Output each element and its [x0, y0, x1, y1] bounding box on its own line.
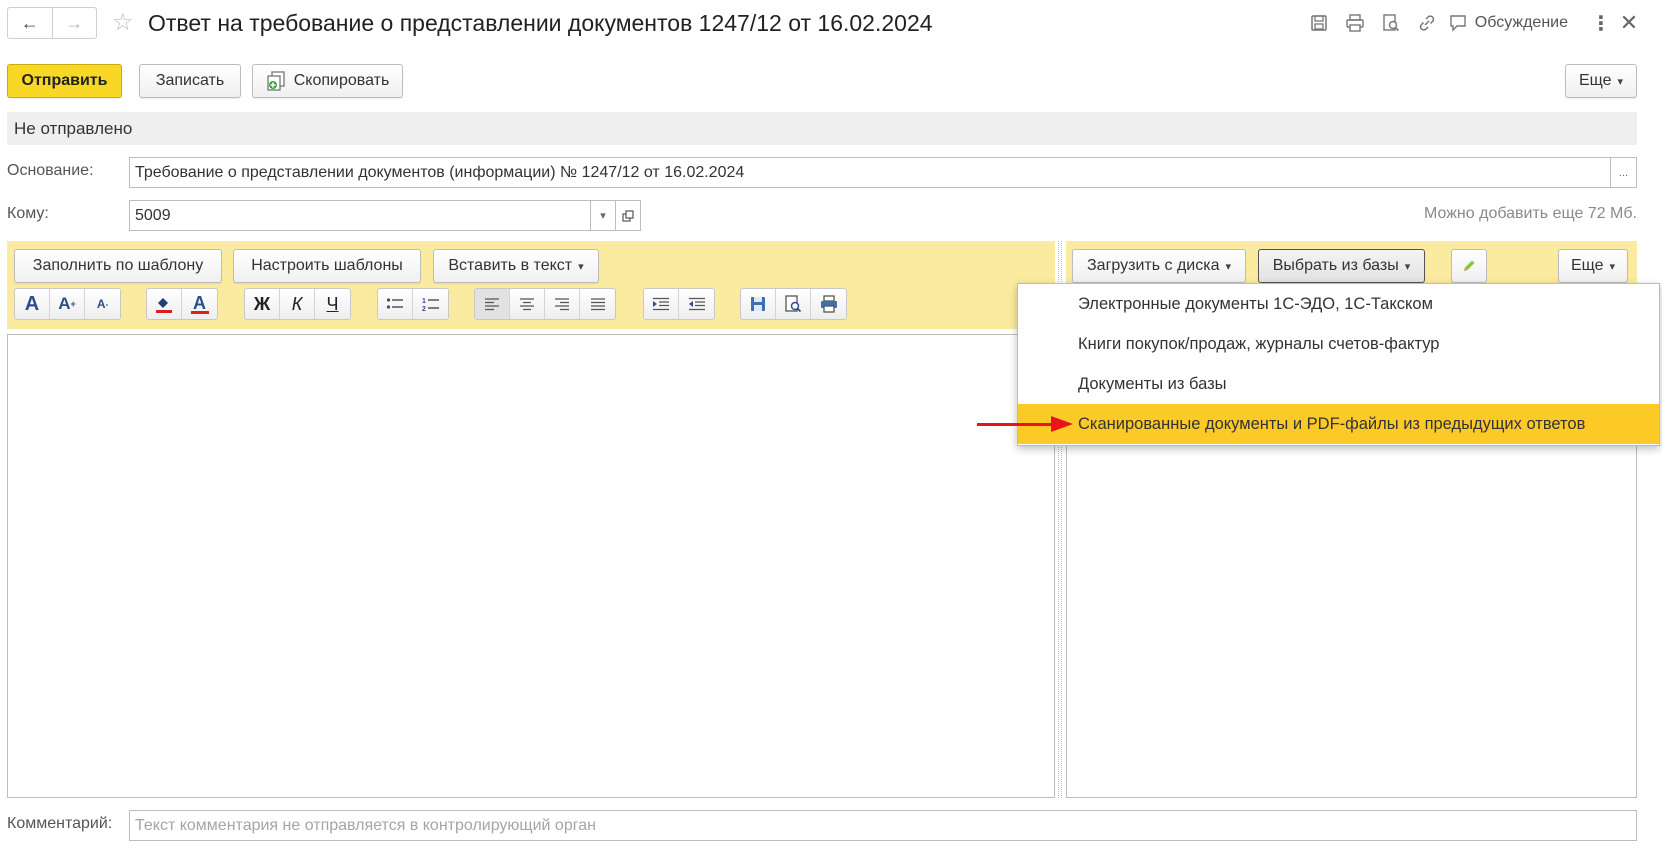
discussion-label: Обсуждение	[1474, 14, 1568, 31]
choose-from-base-label: Выбрать из базы	[1272, 257, 1399, 274]
align-left-icon[interactable]	[475, 289, 510, 319]
print-icon[interactable]	[811, 289, 846, 319]
open-link-icon[interactable]	[615, 200, 641, 231]
svg-text:1: 1	[422, 298, 426, 305]
svg-text:2: 2	[422, 306, 426, 312]
attachments-more-label: Еще	[1570, 257, 1604, 274]
numbered-list-icon[interactable]: 12	[413, 289, 448, 319]
edit-pencil-icon[interactable]	[1451, 249, 1487, 283]
preview-icon[interactable]	[1373, 14, 1409, 32]
load-from-disk-button[interactable]: Загрузить с диска	[1072, 249, 1246, 283]
more-label: Еще	[1578, 72, 1612, 89]
menu-item-scanned-documents[interactable]: Сканированные документы и PDF-файлы из п…	[1018, 404, 1659, 444]
text-color-icon[interactable]: A	[182, 289, 217, 319]
print-preview-icon[interactable]	[776, 289, 811, 319]
to-field[interactable]: 5009	[129, 200, 591, 231]
send-button[interactable]: Отправить	[7, 64, 122, 98]
forward-arrow-icon[interactable]: →	[51, 8, 97, 38]
navigation-buttons: ← →	[7, 7, 97, 39]
menu-item-purchase-sales-books[interactable]: Книги покупок/продаж, журналы счетов-фак…	[1018, 324, 1659, 364]
font-increase-icon[interactable]: A +	[50, 289, 85, 319]
discussion-button[interactable]: Обсуждение	[1449, 14, 1568, 32]
basis-select-button[interactable]: ...	[1610, 157, 1637, 188]
load-from-disk-label: Загрузить с диска	[1087, 257, 1220, 274]
underline-icon[interactable]: Ч	[315, 289, 350, 319]
comment-label: Комментарий:	[7, 815, 113, 832]
text-style-group: Ж К Ч	[244, 288, 351, 320]
print-icon[interactable]	[1337, 14, 1373, 32]
copy-button[interactable]: Скопировать	[252, 64, 403, 98]
annotation-arrow-icon	[1051, 416, 1073, 432]
color-group: A	[146, 288, 218, 320]
comment-field[interactable]: Текст комментария не отправляется в конт…	[129, 810, 1637, 841]
link-icon[interactable]	[1409, 14, 1445, 32]
basis-field[interactable]: Требование о представлении документов (и…	[129, 157, 1611, 188]
file-actions-group	[740, 288, 847, 320]
choose-from-base-button[interactable]: Выбрать из базы	[1258, 249, 1425, 283]
copy-label: Скопировать	[293, 72, 390, 89]
indent-group	[643, 288, 715, 320]
title-actions: Обсуждение ⋮ ✕	[1301, 10, 1644, 36]
status-bar: Не отправлено	[7, 112, 1637, 145]
more-vertical-icon[interactable]: ⋮	[1588, 11, 1614, 36]
indent-increase-icon[interactable]	[644, 289, 679, 319]
bold-icon[interactable]: Ж	[245, 289, 280, 319]
choose-from-base-dropdown: Электронные документы 1С-ЭДО, 1С-Такском…	[1017, 283, 1660, 446]
setup-templates-button[interactable]: Настроить шаблоны	[233, 249, 421, 283]
window-title: Ответ на требование о представлении доку…	[148, 10, 933, 36]
insert-text-button[interactable]: Вставить в текст	[433, 249, 599, 283]
size-hint: Можно добавить еще 72 Мб.	[1424, 205, 1637, 222]
align-justify-icon[interactable]	[580, 289, 615, 319]
fill-color-icon[interactable]	[147, 289, 182, 319]
bullet-list-icon[interactable]	[378, 289, 413, 319]
font-decrease-icon[interactable]: A-	[85, 289, 120, 319]
list-group: 12	[377, 288, 449, 320]
italic-icon[interactable]: К	[280, 289, 315, 319]
font-size-group: A A + A-	[14, 288, 121, 320]
save-button[interactable]: Записать	[139, 64, 241, 98]
back-arrow-icon[interactable]: ←	[8, 8, 52, 38]
save-disk-icon[interactable]	[1301, 14, 1337, 32]
insert-text-label: Вставить в текст	[448, 257, 573, 274]
to-dropdown-chevron-icon[interactable]: ▾	[590, 200, 616, 231]
annotation-arrow-shaft	[977, 423, 1055, 426]
menu-item-edo-documents[interactable]: Электронные документы 1С-ЭДО, 1С-Такском	[1018, 284, 1659, 324]
to-label: Кому:	[7, 205, 49, 222]
save-file-icon[interactable]	[741, 289, 776, 319]
alignment-group	[474, 288, 616, 320]
favorite-star-icon[interactable]: ☆	[112, 10, 134, 36]
align-center-icon[interactable]	[510, 289, 545, 319]
close-icon[interactable]: ✕	[1614, 10, 1644, 36]
indent-decrease-icon[interactable]	[679, 289, 714, 319]
copy-document-icon	[267, 71, 285, 91]
fill-template-button[interactable]: Заполнить по шаблону	[14, 249, 222, 283]
more-button[interactable]: Еще	[1565, 64, 1637, 98]
attachments-more-button[interactable]: Еще	[1558, 249, 1628, 283]
message-text-editor[interactable]	[7, 334, 1055, 798]
align-right-icon[interactable]	[545, 289, 580, 319]
chat-bubble-icon	[1450, 15, 1466, 32]
font-icon[interactable]: A	[15, 289, 50, 319]
menu-item-base-documents[interactable]: Документы из базы	[1018, 364, 1659, 404]
basis-label: Основание:	[7, 162, 94, 179]
